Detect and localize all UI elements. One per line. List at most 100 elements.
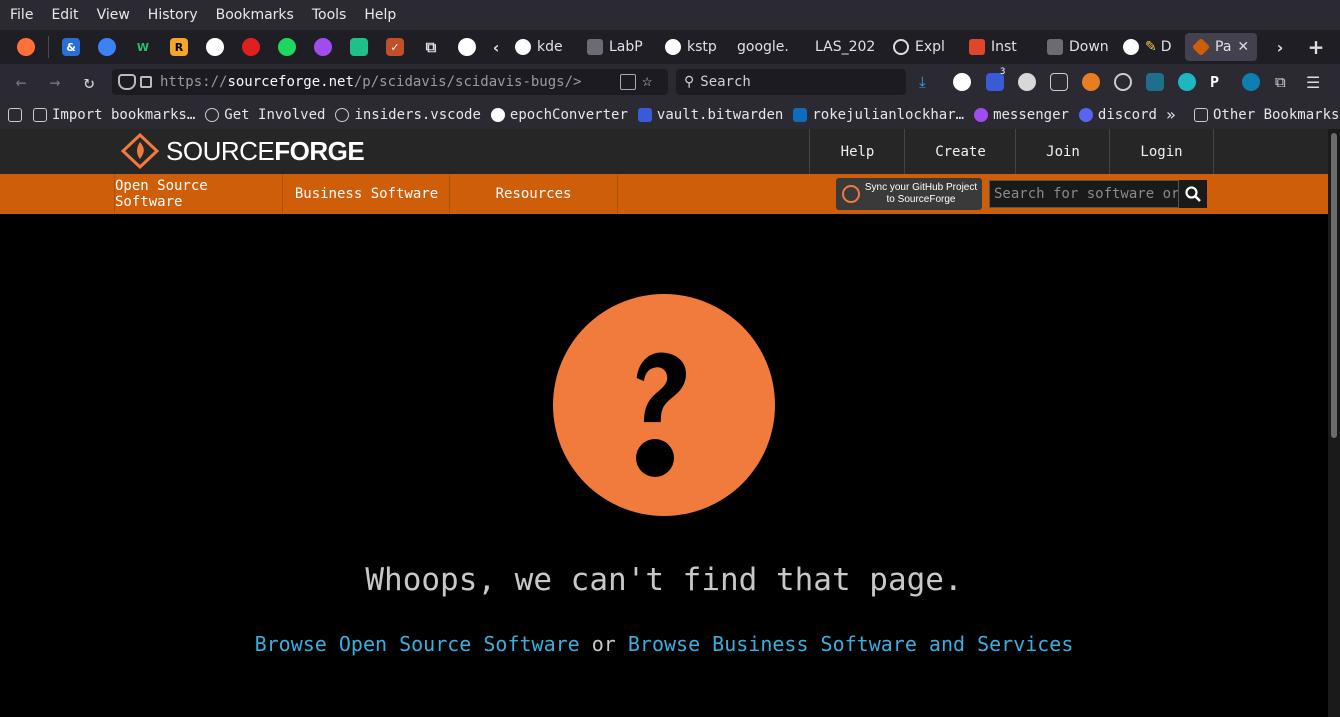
tab-strip: & W R ✓ ⧉ ‹ kde LabP kstp google. LAS_20… xyxy=(0,30,1340,64)
scrollbar-thumb[interactable] xyxy=(1331,133,1337,438)
menu-file[interactable]: File xyxy=(10,7,33,23)
close-tab-icon[interactable]: ✕ xyxy=(1237,39,1249,55)
sync-github-button[interactable]: Sync your GitHub Project to SourceForge xyxy=(836,178,982,210)
tab-kde[interactable]: kde xyxy=(507,33,573,61)
subnav-open-source-software[interactable]: Open Source Software xyxy=(114,174,283,214)
bookmark-import[interactable]: Import bookmarks… xyxy=(33,107,195,123)
page-scrollbar[interactable] xyxy=(1328,129,1340,717)
bookmark-vault-bitwarden[interactable]: vault.bitwarden xyxy=(637,107,783,123)
question-mark-glyph xyxy=(636,352,687,477)
sourceforge-diamond-icon xyxy=(120,133,160,169)
bookmarks-overflow-chevron-icon[interactable]: » xyxy=(1166,105,1176,124)
tab-sourceforge-active[interactable]: Pa ✕ xyxy=(1185,33,1257,61)
tab-github-draft[interactable]: ✎ D xyxy=(1115,33,1179,61)
chat-bubble-icon[interactable] xyxy=(98,38,116,56)
cloud-icon[interactable] xyxy=(1114,73,1132,91)
extension-puzzle-icon[interactable]: ⧉ xyxy=(422,38,440,56)
tab-labp[interactable]: LabP xyxy=(579,33,651,61)
tab-expl[interactable]: Expl xyxy=(885,33,955,61)
bookmark-star-icon[interactable]: ☆ xyxy=(642,71,652,91)
sidebar-toggle-icon[interactable] xyxy=(8,107,27,122)
software-search-input[interactable]: Search for software or solutions xyxy=(989,180,1179,208)
subnav-business-software[interactable]: Business Software xyxy=(282,174,450,214)
menu-view[interactable]: View xyxy=(97,7,130,23)
reader-icon[interactable] xyxy=(1050,73,1068,91)
tab-kstp[interactable]: kstp xyxy=(657,33,723,61)
checkbox-app-icon[interactable]: ✓ xyxy=(386,38,404,56)
firefox-icon[interactable] xyxy=(17,38,35,56)
messenger-icon xyxy=(974,107,989,122)
bookmark-outlook[interactable]: rokejulianlockhar… xyxy=(793,107,964,123)
tabs-scroll-left-icon[interactable]: ‹ xyxy=(487,38,505,57)
wiki-w-icon[interactable]: W xyxy=(134,38,152,56)
bitwarden-icon[interactable]: 3 xyxy=(986,67,1005,91)
download-icon[interactable]: ⤓ xyxy=(919,73,937,91)
people-extension-icon[interactable] xyxy=(1082,73,1100,91)
r-app-icon[interactable]: R xyxy=(170,38,188,56)
translate-icon[interactable] xyxy=(620,74,636,90)
menu-edit[interactable]: Edit xyxy=(51,7,78,23)
nav-login[interactable]: Login xyxy=(1109,129,1214,174)
image-icon xyxy=(1047,39,1063,55)
url-bar[interactable]: https://sourceforge.net/p/scidavis/scida… xyxy=(112,69,668,95)
browse-business-link[interactable]: Browse Business Software and Services xyxy=(628,632,1074,656)
nav-create[interactable]: Create xyxy=(904,129,1016,174)
nav-join[interactable]: Join xyxy=(1015,129,1110,174)
new-tab-plus-icon[interactable]: + xyxy=(1307,35,1325,59)
outlook-icon xyxy=(793,107,808,122)
menu-bar: File Edit View History Bookmarks Tools H… xyxy=(0,0,1340,30)
app-ampersand-icon[interactable]: & xyxy=(62,38,80,56)
bookmark-insiders-vscode[interactable]: insiders.vscode xyxy=(335,107,481,123)
menu-history[interactable]: History xyxy=(148,7,198,23)
hamburger-menu-icon[interactable]: ☰ xyxy=(1306,73,1324,92)
lock-icon[interactable] xyxy=(140,76,152,88)
menu-tools[interactable]: Tools xyxy=(312,7,347,23)
site-header: SOURCEFORGE Help Create Join Login xyxy=(0,129,1328,174)
error-heading: Whoops, we can't find that page. xyxy=(365,562,963,598)
sidebar-icon xyxy=(8,107,22,122)
tab-inst[interactable]: Inst xyxy=(961,33,1033,61)
back-arrow-icon[interactable]: ← xyxy=(8,69,34,95)
dropdown-circle-icon[interactable] xyxy=(206,38,224,56)
category-nav: Open Source Software Business Software R… xyxy=(0,174,1328,214)
tab-down[interactable]: Down xyxy=(1039,33,1109,61)
software-search-button[interactable] xyxy=(1179,180,1207,208)
messenger-icon[interactable] xyxy=(314,38,332,56)
browse-open-source-link[interactable]: Browse Open Source Software xyxy=(255,632,580,656)
p-extension-icon[interactable]: P xyxy=(1210,73,1228,91)
spotify-icon[interactable] xyxy=(278,38,296,56)
sourceforge-logo[interactable]: SOURCEFORGE xyxy=(120,133,365,169)
pencil-icon: ✎ xyxy=(1145,39,1157,55)
bookmark-get-involved[interactable]: Get Involved xyxy=(205,107,325,123)
bitwarden-shield-icon xyxy=(637,107,652,122)
github-icon[interactable] xyxy=(458,38,476,56)
translator-extension-icon[interactable] xyxy=(953,73,971,91)
nav-help[interactable]: Help xyxy=(809,129,905,174)
bookmarks-toolbar: Import bookmarks… Get Involved insiders.… xyxy=(0,100,1340,129)
subnav-resources[interactable]: Resources xyxy=(449,174,618,214)
extensions-puzzle-icon[interactable]: ⧉ xyxy=(1275,73,1293,91)
shield-icon[interactable] xyxy=(118,74,136,90)
forward-arrow-icon[interactable]: → xyxy=(42,69,68,95)
tab-las[interactable]: LAS_202 xyxy=(807,33,879,61)
other-bookmarks-folder[interactable]: Other Bookmarks xyxy=(1194,107,1339,123)
sync-app-icon[interactable] xyxy=(350,38,368,56)
menu-help[interactable]: Help xyxy=(364,7,396,23)
tabs-scroll-right-icon[interactable]: › xyxy=(1271,38,1289,57)
search-input[interactable]: ⚲ Search xyxy=(676,69,906,95)
n-square-extension-icon[interactable] xyxy=(1146,73,1164,91)
bookmark-messenger[interactable]: messenger xyxy=(974,107,1069,123)
bookmark-epoch-converter[interactable]: epochConverter xyxy=(490,107,628,123)
n-circle-extension-icon[interactable] xyxy=(1178,73,1196,91)
bookmark-discord[interactable]: discord xyxy=(1078,107,1157,123)
tab-google[interactable]: google. xyxy=(729,33,801,61)
folder-icon xyxy=(1194,107,1208,122)
face-extension-icon[interactable] xyxy=(1018,73,1036,91)
discord-icon xyxy=(1078,107,1093,122)
blue-circle-extension-icon[interactable] xyxy=(1242,73,1260,91)
youtube-music-icon[interactable] xyxy=(242,38,260,56)
or-text: or xyxy=(591,632,616,656)
reload-icon[interactable]: ↻ xyxy=(76,69,102,95)
location-pin-icon xyxy=(893,39,909,55)
menu-bookmarks[interactable]: Bookmarks xyxy=(216,7,294,23)
